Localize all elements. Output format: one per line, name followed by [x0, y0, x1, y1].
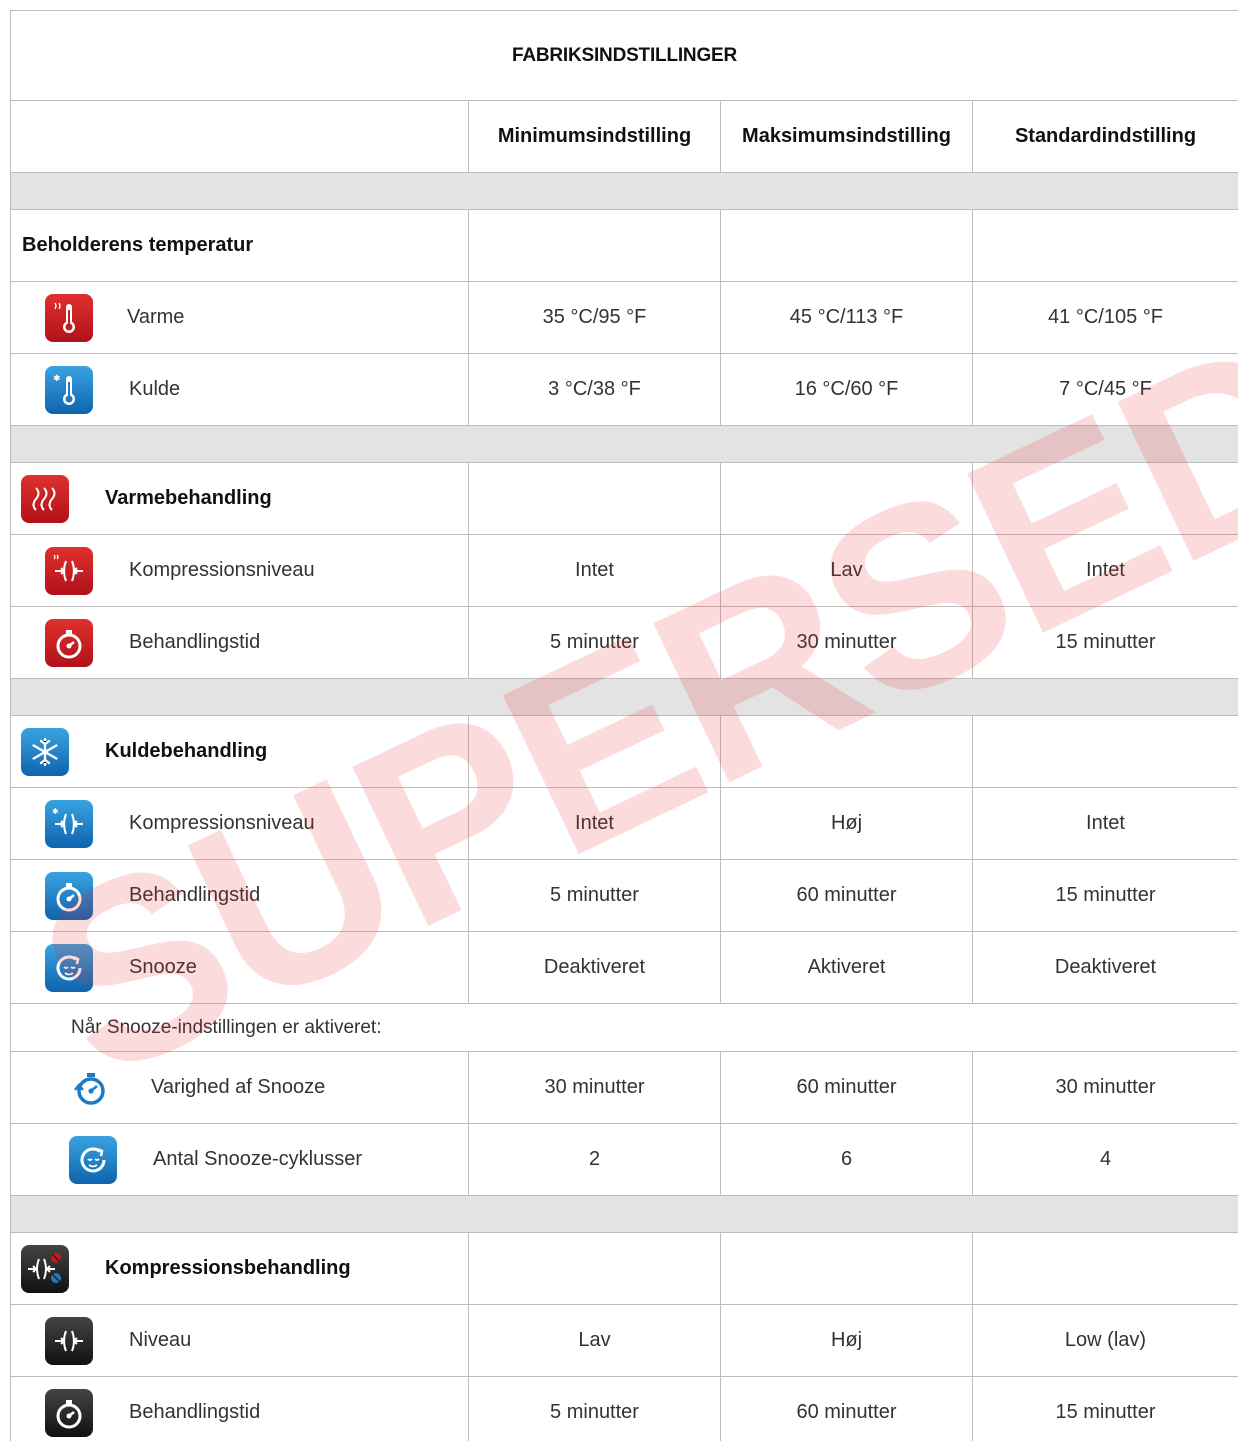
- table-row: Varighed af Snooze 30 minutter 60 minutt…: [11, 1052, 1238, 1124]
- cell-standard: Intet: [972, 535, 1238, 606]
- table-row: Behandlingstid 5 minutter 60 minutter 15…: [11, 860, 1238, 932]
- row-label: Kulde: [129, 378, 181, 400]
- cell-max: Høj: [720, 788, 972, 859]
- heat-thermometer-icon: [45, 293, 93, 342]
- cold-therapy-icon: [21, 727, 69, 776]
- heat-compression-icon: [45, 546, 93, 595]
- table-row: Niveau Lav Høj Low (lav): [11, 1305, 1238, 1377]
- snooze-note-row: Når Snooze-indstillingen er aktiveret:: [11, 1004, 1238, 1052]
- factory-settings-table: FABRIKSINDSTILLINGER Minimumsindstilling…: [10, 10, 1238, 1441]
- cell-max: 6: [720, 1124, 972, 1195]
- cell-standard: Intet: [972, 788, 1238, 859]
- cell-max: 16 °C/60 °F: [720, 354, 972, 425]
- cell-min: Lav: [468, 1305, 720, 1376]
- row-label: Antal Snooze-cyklusser: [153, 1148, 362, 1170]
- snooze-icon: [45, 943, 93, 992]
- table-row: Varme 35 °C/95 °F 45 °C/113 °F 41 °C/105…: [11, 282, 1238, 354]
- cell-standard: Deaktiveret: [972, 932, 1238, 1003]
- cell-max: 60 minutter: [720, 1377, 972, 1441]
- section-row-temperature: Beholderens temperatur: [11, 210, 1238, 282]
- header-standard: Standardindstilling: [972, 101, 1238, 172]
- row-label: Behandlingstid: [129, 1401, 261, 1423]
- cell-max: Aktiveret: [720, 932, 972, 1003]
- snooze-note: Når Snooze-indstillingen er aktiveret:: [71, 1016, 382, 1038]
- header-max: Maksimumsindstilling: [720, 101, 972, 172]
- cell-max: 45 °C/113 °F: [720, 282, 972, 353]
- row-label: Kompressionsniveau: [129, 812, 315, 834]
- table-row: Antal Snooze-cyklusser 2 6 4: [11, 1124, 1238, 1196]
- table-row: Behandlingstid 5 minutter 30 minutter 15…: [11, 607, 1238, 679]
- cell-max: Lav: [720, 535, 972, 606]
- cell-min: 5 minutter: [468, 607, 720, 678]
- cell-standard: 7 °C/45 °F: [972, 354, 1238, 425]
- row-label: Varighed af Snooze: [151, 1076, 326, 1098]
- cell-standard: 41 °C/105 °F: [972, 282, 1238, 353]
- section-label: Kompressionsbehandling: [105, 1257, 351, 1279]
- header-row: Minimumsindstilling Maksimumsindstilling…: [11, 101, 1238, 173]
- cell-standard: 30 minutter: [972, 1052, 1238, 1123]
- compression-timer-icon: [45, 1388, 93, 1437]
- section-label: Kuldebehandling: [105, 740, 268, 762]
- cell-max: 60 minutter: [720, 1052, 972, 1123]
- section-separator: [11, 1196, 1238, 1233]
- section-separator: [11, 426, 1238, 463]
- cell-min: Intet: [468, 535, 720, 606]
- table-row: ✱ Kompressionsniveau Intet Høj Intet: [11, 788, 1238, 860]
- cell-max: 30 minutter: [720, 607, 972, 678]
- cold-thermometer-icon: ✱: [45, 365, 93, 414]
- table-row: Behandlingstid 5 minutter 60 minutter 15…: [11, 1377, 1238, 1441]
- table-row: Snooze Deaktiveret Aktiveret Deaktiveret: [11, 932, 1238, 1004]
- section-row-heat-therapy: Varmebehandling: [11, 463, 1238, 535]
- cell-max: Høj: [720, 1305, 972, 1376]
- cell-min: 35 °C/95 °F: [468, 282, 720, 353]
- section-label: Varmebehandling: [105, 487, 272, 509]
- table-row: ✱ Kulde 3 °C/38 °F 16 °C/60 °F 7 °C/45 °…: [11, 354, 1238, 426]
- cell-standard: 15 minutter: [972, 607, 1238, 678]
- cell-min: 5 minutter: [468, 860, 720, 931]
- header-empty-cell: [11, 101, 468, 172]
- row-label: Varme: [127, 306, 185, 328]
- row-label: Snooze: [129, 956, 197, 978]
- cold-timer-icon: [45, 871, 93, 920]
- compression-therapy-icon: [21, 1244, 69, 1293]
- cell-standard: 15 minutter: [972, 860, 1238, 931]
- cell-min: 2: [468, 1124, 720, 1195]
- cell-max: 60 minutter: [720, 860, 972, 931]
- section-separator: [11, 679, 1238, 716]
- heat-timer-icon: [45, 618, 93, 667]
- cell-min: Deaktiveret: [468, 932, 720, 1003]
- section-separator: [11, 173, 1238, 210]
- row-label: Niveau: [129, 1329, 192, 1351]
- table-title: FABRIKSINDSTILLINGER: [11, 11, 1238, 101]
- snooze-cycles-icon: [69, 1135, 117, 1184]
- cell-min: 5 minutter: [468, 1377, 720, 1441]
- header-min: Minimumsindstilling: [468, 101, 720, 172]
- row-label: Behandlingstid: [129, 884, 261, 906]
- section-label: Beholderens temperatur: [22, 234, 254, 256]
- cell-standard: 15 minutter: [972, 1377, 1238, 1441]
- table-row: Kompressionsniveau Intet Lav Intet: [11, 535, 1238, 607]
- section-row-cold-therapy: Kuldebehandling: [11, 716, 1238, 788]
- svg-text:✱: ✱: [53, 374, 61, 384]
- cell-standard: Low (lav): [972, 1305, 1238, 1376]
- row-label: Kompressionsniveau: [129, 559, 315, 581]
- cell-standard: 4: [972, 1124, 1238, 1195]
- svg-text:✱: ✱: [52, 807, 59, 816]
- snooze-duration-icon: [67, 1064, 115, 1112]
- compression-level-icon: [45, 1316, 93, 1365]
- row-label: Behandlingstid: [129, 631, 261, 653]
- cell-min: Intet: [468, 788, 720, 859]
- cold-compression-icon: ✱: [45, 799, 93, 848]
- cell-min: 30 minutter: [468, 1052, 720, 1123]
- section-row-compression-therapy: Kompressionsbehandling: [11, 1233, 1238, 1305]
- heat-therapy-icon: [21, 474, 69, 523]
- cell-min: 3 °C/38 °F: [468, 354, 720, 425]
